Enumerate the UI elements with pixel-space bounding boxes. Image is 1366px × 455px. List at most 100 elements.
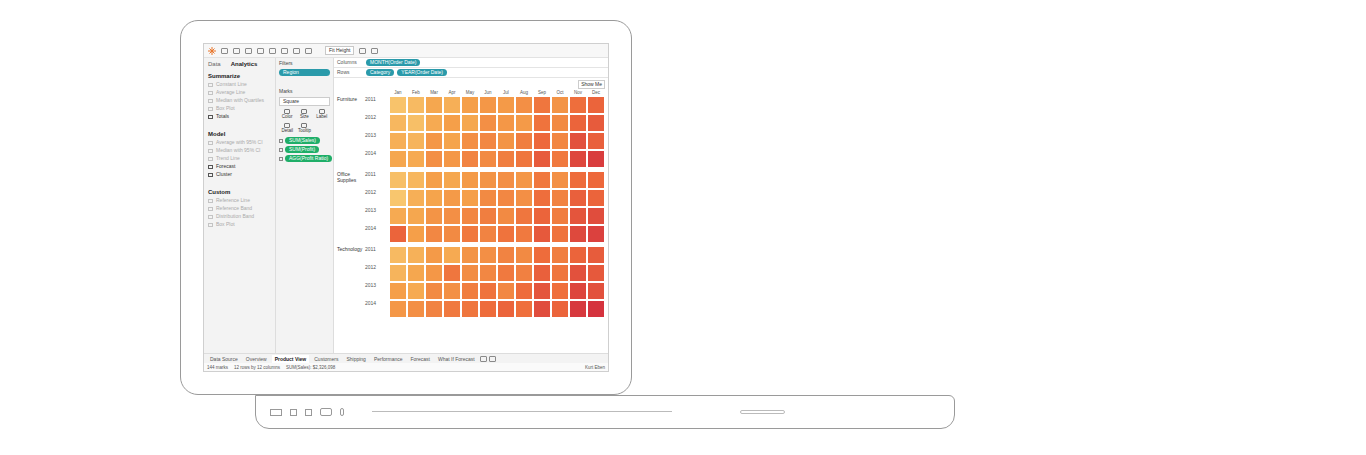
heatmap-cell[interactable]	[587, 96, 605, 114]
heatmap-cell[interactable]	[407, 246, 425, 264]
back-icon[interactable]	[221, 48, 228, 54]
sheet-tab[interactable]: Customers	[311, 355, 341, 363]
heatmap-cell[interactable]	[443, 225, 461, 243]
heatmap-cell[interactable]	[497, 132, 515, 150]
heatmap-cell[interactable]	[407, 300, 425, 318]
heatmap-cell[interactable]	[389, 114, 407, 132]
heatmap-cell[interactable]	[569, 96, 587, 114]
filter-pill[interactable]: Region	[279, 69, 330, 76]
heatmap-cell[interactable]	[587, 114, 605, 132]
heatmap-cell[interactable]	[461, 189, 479, 207]
analytics-item[interactable]: Reference Line	[208, 197, 271, 204]
heatmap-cell[interactable]	[497, 207, 515, 225]
heatmap-cell[interactable]	[587, 189, 605, 207]
heatmap-cell[interactable]	[479, 282, 497, 300]
heatmap-cell[interactable]	[443, 150, 461, 168]
heatmap-cell[interactable]	[389, 189, 407, 207]
analytics-item[interactable]: Totals	[208, 113, 271, 120]
heatmap-cell[interactable]	[425, 150, 443, 168]
heatmap-cell[interactable]	[551, 207, 569, 225]
heatmap-cell[interactable]	[425, 171, 443, 189]
heatmap-cell[interactable]	[479, 300, 497, 318]
heatmap-cell[interactable]	[533, 300, 551, 318]
heatmap-cell[interactable]	[569, 114, 587, 132]
heatmap-cell[interactable]	[389, 171, 407, 189]
heatmap-cell[interactable]	[533, 96, 551, 114]
heatmap-cell[interactable]	[515, 246, 533, 264]
heatmap-cell[interactable]	[479, 171, 497, 189]
marks-pill[interactable]: SUM(Sales)	[285, 137, 320, 144]
heatmap-cell[interactable]	[443, 189, 461, 207]
heatmap-cell[interactable]	[533, 207, 551, 225]
heatmap-cell[interactable]	[569, 264, 587, 282]
heatmap-cell[interactable]	[515, 264, 533, 282]
heatmap-cell[interactable]	[443, 132, 461, 150]
heatmap-cell[interactable]	[389, 264, 407, 282]
side-tab[interactable]: Analytics	[231, 60, 258, 68]
heatmap-cell[interactable]	[551, 171, 569, 189]
heatmap-cell[interactable]	[425, 96, 443, 114]
heatmap-cell[interactable]	[461, 225, 479, 243]
heatmap-cell[interactable]	[407, 96, 425, 114]
heatmap-cell[interactable]	[533, 132, 551, 150]
sheet-tab[interactable]: Overview	[243, 355, 270, 363]
heatmap-cell[interactable]	[461, 300, 479, 318]
heatmap-cell[interactable]	[533, 150, 551, 168]
heatmap-cell[interactable]	[551, 300, 569, 318]
heatmap-cell[interactable]	[551, 189, 569, 207]
heatmap-cell[interactable]	[587, 300, 605, 318]
heatmap-cell[interactable]	[551, 264, 569, 282]
sort-icon[interactable]	[281, 48, 288, 54]
shelf-pill[interactable]: Category	[366, 69, 394, 76]
heatmap-cell[interactable]	[443, 96, 461, 114]
heatmap-cell[interactable]	[569, 207, 587, 225]
mark-type-dropdown[interactable]: Square	[279, 97, 330, 106]
analytics-item[interactable]: Forecast	[208, 163, 271, 170]
heatmap-cell[interactable]	[443, 264, 461, 282]
heatmap-cell[interactable]	[515, 114, 533, 132]
heatmap-cell[interactable]	[407, 264, 425, 282]
heatmap-cell[interactable]	[461, 171, 479, 189]
heatmap-cell[interactable]	[515, 282, 533, 300]
new-dashboard-icon[interactable]	[489, 356, 496, 362]
side-tab[interactable]: Data	[208, 60, 221, 68]
heatmap-cell[interactable]	[551, 282, 569, 300]
heatmap-cell[interactable]	[515, 96, 533, 114]
marks-pill[interactable]: SUM(Profit)	[285, 146, 319, 153]
heatmap-cell[interactable]	[569, 171, 587, 189]
heatmap-cell[interactable]	[461, 207, 479, 225]
marks-button[interactable]: Color	[279, 108, 295, 121]
heatmap-cell[interactable]	[587, 225, 605, 243]
heatmap-cell[interactable]	[533, 282, 551, 300]
heatmap-cell[interactable]	[569, 225, 587, 243]
heatmap-cell[interactable]	[461, 132, 479, 150]
heatmap-cell[interactable]	[569, 300, 587, 318]
heatmap-cell[interactable]	[533, 246, 551, 264]
heatmap-cell[interactable]	[587, 282, 605, 300]
heatmap-cell[interactable]	[497, 114, 515, 132]
heatmap-cell[interactable]	[551, 225, 569, 243]
heatmap-cell[interactable]	[515, 189, 533, 207]
heatmap-cell[interactable]	[389, 282, 407, 300]
analytics-item[interactable]: Average Line	[208, 89, 271, 96]
heatmap-cell[interactable]	[461, 264, 479, 282]
chart-icon[interactable]	[359, 48, 366, 54]
heatmap-cell[interactable]	[587, 171, 605, 189]
sheet-tab[interactable]: What If Forecast	[435, 355, 478, 363]
marks-button[interactable]: Tooltip	[296, 122, 312, 135]
heatmap-cell[interactable]	[497, 264, 515, 282]
heatmap-cell[interactable]	[407, 132, 425, 150]
heatmap-cell[interactable]	[443, 207, 461, 225]
heatmap-cell[interactable]	[479, 207, 497, 225]
heatmap-cell[interactable]	[425, 264, 443, 282]
heatmap-cell[interactable]	[407, 189, 425, 207]
heatmap-cell[interactable]	[425, 189, 443, 207]
heatmap-cell[interactable]	[407, 150, 425, 168]
heatmap-cell[interactable]	[497, 150, 515, 168]
heatmap-cell[interactable]	[443, 171, 461, 189]
heatmap-cell[interactable]	[533, 264, 551, 282]
analytics-item[interactable]: Box Plot	[208, 105, 271, 112]
heatmap-cell[interactable]	[389, 300, 407, 318]
heatmap-cell[interactable]	[479, 225, 497, 243]
heatmap-cell[interactable]	[389, 225, 407, 243]
